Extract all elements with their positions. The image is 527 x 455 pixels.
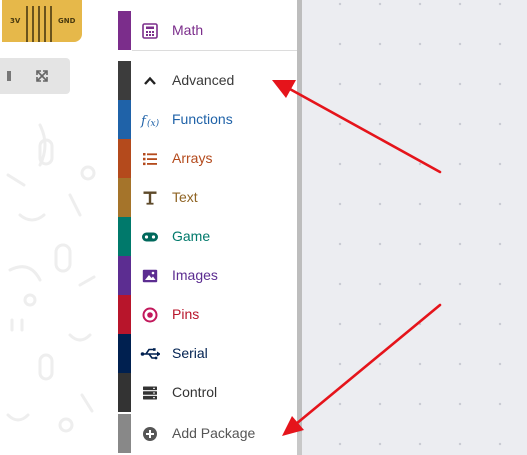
category-game[interactable]: Game [118,217,298,256]
gamepad-icon [140,217,160,256]
image-icon [140,256,160,295]
category-color-bar [118,139,131,178]
category-add-package[interactable]: Add Package [118,414,298,453]
category-label: Math [172,22,204,38]
category-functions[interactable]: f (x) Functions [118,100,298,139]
expand-icon [36,70,48,82]
category-label: Game [172,228,211,244]
list-icon [140,139,160,178]
pin-label-gnd: GND [58,17,76,25]
stop-icon [7,71,11,81]
toolbox-category-list: Math Advanced f (x) Functions Arrays Tex… [118,0,298,455]
category-label: Arrays [172,150,213,166]
category-label: Text [172,189,198,205]
calculator-icon [140,11,160,50]
category-color-bar [118,334,131,373]
pin-label-3v: 3V [10,17,21,25]
category-advanced[interactable]: Advanced [118,61,298,100]
microbit-board: 3V GND [2,0,82,42]
blocks-workspace[interactable] [302,0,527,455]
category-color-bar [118,373,131,412]
category-label: Pins [172,306,200,322]
category-color-bar [118,178,131,217]
category-label: Functions [172,111,233,127]
category-color-bar [118,100,131,139]
category-control[interactable]: Control [118,373,298,412]
function-icon: f (x) [140,100,160,139]
category-color-bar [118,11,131,50]
category-label: Control [172,384,218,400]
category-color-bar [118,295,131,334]
category-separator [132,50,298,51]
category-label: Images [172,267,218,283]
target-icon [140,295,160,334]
svg-text:(x): (x) [147,118,160,128]
stop-button[interactable] [0,58,26,94]
category-color-bar [118,61,131,100]
fullscreen-button[interactable] [26,58,58,94]
usb-icon [140,334,160,373]
category-arrays[interactable]: Arrays [118,139,298,178]
category-color-bar [118,256,131,295]
category-label: Serial [172,345,208,361]
category-color-bar [118,217,131,256]
category-images[interactable]: Images [118,256,298,295]
server-icon [140,373,160,412]
category-math[interactable]: Math [118,11,298,50]
simulator-panel: 3V GND [0,0,118,455]
simulator-toolbar [0,58,70,94]
text-icon [140,178,160,217]
pin-strip-icon [26,6,52,42]
category-label: Add Package [172,425,256,441]
chevron-up-icon [140,61,160,100]
category-color-bar [118,414,131,453]
category-pins[interactable]: Pins [118,295,298,334]
background-doodles [6,123,96,433]
category-text[interactable]: Text [118,178,298,217]
category-serial[interactable]: Serial [118,334,298,373]
category-label: Advanced [172,72,235,88]
plus-circle-icon [140,414,160,453]
